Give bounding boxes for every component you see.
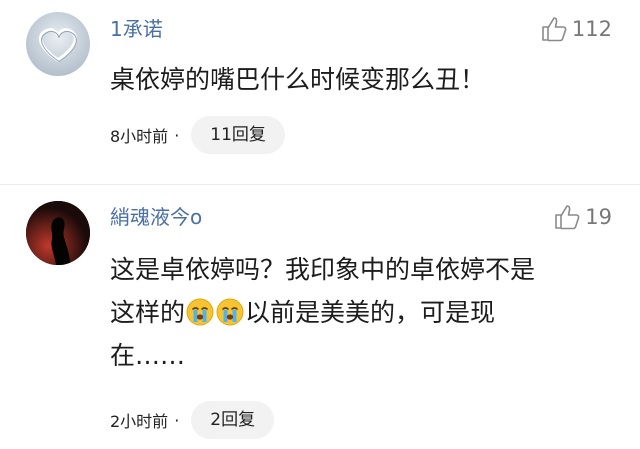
crying-face-icon xyxy=(216,298,244,326)
like-button[interactable]: 19 xyxy=(553,203,612,231)
comment-line: 这是卓依婷吗？我印象中的卓依婷不是 xyxy=(110,255,536,284)
comment-meta: 8小时前 · 11回复 xyxy=(110,116,285,154)
separator: · xyxy=(174,125,180,145)
username[interactable]: 綃魂液今o xyxy=(110,205,202,229)
comment-fragment: 这样的 xyxy=(110,298,186,327)
reply-button[interactable]: 2回复 xyxy=(191,401,275,439)
comment-item: 1承诺 112 桌依婷的嘴巴什么时候变那么丑！ 8小时前 · 11回复 xyxy=(0,0,640,185)
comment-meta: 2小时前 · 2回复 xyxy=(110,401,275,439)
thumbs-up-icon xyxy=(555,205,580,230)
avatar[interactable] xyxy=(26,201,90,265)
timestamp: 8小时前 xyxy=(110,127,169,146)
timestamp: 2小时前 xyxy=(110,412,169,431)
comment-text: 这是卓依婷吗？我印象中的卓依婷不是 这样的 以前是美美的，可是现 在…… xyxy=(110,248,610,377)
avatar[interactable] xyxy=(26,12,90,76)
like-count: 19 xyxy=(585,205,612,229)
comment-text: 桌依婷的嘴巴什么时候变那么丑！ xyxy=(110,65,486,94)
separator: · xyxy=(174,410,180,430)
comment-item: 綃魂液今o 19 这是卓依婷吗？我印象中的卓依婷不是 这样的 以前是美美的，可是… xyxy=(0,185,640,449)
thumbs-up-icon xyxy=(542,17,567,42)
silhouette-avatar-icon xyxy=(26,201,90,265)
like-count: 112 xyxy=(571,17,612,41)
crying-face-icon xyxy=(186,298,214,326)
username[interactable]: 1承诺 xyxy=(110,17,163,41)
reply-button[interactable]: 11回复 xyxy=(191,116,285,154)
comment-fragment: 以前是美美的，可是现 xyxy=(245,298,496,327)
heart-avatar-icon xyxy=(26,12,90,76)
comment-line: 在…… xyxy=(110,341,186,370)
like-button[interactable]: 112 xyxy=(540,15,612,43)
comment-line: 这样的 以前是美美的，可是现 xyxy=(110,291,610,334)
